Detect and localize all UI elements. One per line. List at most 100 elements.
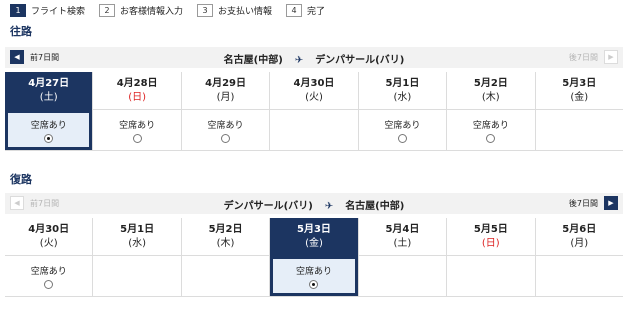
inbound-next-week-button[interactable]: 後7日間 ▶	[569, 196, 618, 210]
date-label: 4月30日	[293, 78, 335, 89]
seat-status: 空席あり	[295, 267, 332, 277]
flight-radio[interactable]	[486, 134, 496, 143]
step-label: 完了	[307, 6, 326, 17]
step-label: お支払い情報	[218, 6, 273, 17]
seat-availability[interactable]: 空席あり	[96, 113, 177, 147]
divider	[5, 296, 623, 297]
day-header: 5月1日 (水)	[358, 72, 447, 110]
weekday-label: (金)	[305, 238, 323, 249]
inbound-title: 復路	[10, 173, 32, 186]
seat-status: 空席あり	[30, 121, 67, 131]
date-label: 4月27日	[28, 78, 70, 89]
outbound-day-cell[interactable]: 5月1日 (水) 空席あり	[358, 72, 448, 150]
seat-status: 空席あり	[119, 121, 156, 131]
flight-radio[interactable]	[44, 280, 54, 289]
next-week-label: 後7日間	[568, 52, 598, 62]
day-header: 4月30日 (火)	[5, 218, 93, 256]
weekday-label: (木)	[216, 238, 235, 249]
step-customer-info: 2 お客様情報入力	[99, 3, 184, 17]
flight-radio[interactable]	[44, 134, 54, 143]
day-header: 5月5日 (日)	[447, 218, 535, 256]
outbound-day-cell[interactable]: 4月29日 (月) 空席あり	[181, 72, 271, 150]
inbound-date-grid: 4月30日 (火) 空席あり 5月1日 (水) 5月2日 (木) 5月3日 (金…	[5, 218, 623, 296]
date-label: 5月1日	[120, 224, 155, 235]
seat-availability[interactable]: 空席あり	[185, 113, 266, 147]
weekday-label: (月)	[216, 92, 235, 103]
inbound-day-cell: 5月4日 (土)	[358, 218, 448, 296]
seat-availability[interactable]: 空席あり	[8, 259, 89, 293]
weekday-label: (日)	[128, 92, 147, 103]
day-header: 4月27日 (土)	[5, 72, 93, 110]
outbound-day-cell: 4月30日 (火)	[270, 72, 359, 150]
seat-availability[interactable]: 空席あり	[273, 259, 355, 293]
outbound-title: 往路	[10, 25, 32, 38]
divider	[5, 150, 623, 151]
step-label: フライト検索	[31, 6, 86, 17]
next-week-label[interactable]: 後7日間	[569, 198, 598, 209]
weekday-label: (水)	[128, 238, 147, 249]
airplane-icon: ✈	[294, 55, 304, 66]
outbound-day-cell[interactable]: 4月27日 (土) 空席あり	[5, 72, 94, 150]
weekday-label: (木)	[481, 92, 500, 103]
date-label: 5月4日	[385, 224, 420, 235]
chevron-right-icon: ▶	[604, 50, 618, 64]
progress-steps: 1 フライト検索 2 お客様情報入力 3 お支払い情報 4 完了	[10, 3, 339, 17]
destination-airport: 名古屋(中部)	[345, 201, 405, 212]
day-header: 5月3日 (金)	[535, 72, 623, 110]
inbound-day-cell: 5月6日 (月)	[535, 218, 623, 296]
outbound-day-cell[interactable]: 4月28日 (日) 空席あり	[93, 72, 182, 150]
seat-availability[interactable]: 空席あり	[362, 113, 443, 147]
origin-airport: 名古屋(中部)	[223, 55, 283, 66]
weekday-label: (土)	[39, 92, 58, 103]
day-header: 4月28日 (日)	[93, 72, 181, 110]
date-label: 5月6日	[562, 224, 597, 235]
seat-availability[interactable]: 空席あり	[450, 113, 531, 147]
step-number: 1	[10, 3, 26, 17]
date-label: 4月28日	[116, 78, 158, 89]
seat-availability[interactable]: 空席あり	[8, 113, 90, 147]
date-label: 4月30日	[28, 224, 70, 235]
weekday-label: (火)	[39, 238, 58, 249]
date-label: 5月3日	[562, 78, 597, 89]
seat-status: 空席あり	[384, 121, 421, 131]
origin-airport: デンパサール(バリ)	[223, 201, 313, 212]
date-label: 5月2日	[473, 78, 508, 89]
step-number: 4	[286, 3, 303, 17]
inbound-day-cell: 5月1日 (水)	[93, 218, 182, 296]
chevron-right-icon[interactable]: ▶	[604, 196, 618, 210]
weekday-label: (水)	[393, 92, 412, 103]
weekday-label: (月)	[570, 238, 589, 249]
step-complete: 4 完了	[286, 3, 326, 17]
step-number: 2	[99, 3, 116, 17]
step-flight-search: 1 フライト検索	[10, 3, 86, 17]
seat-status: 空席あり	[472, 121, 509, 131]
weekday-label: (土)	[393, 238, 412, 249]
flight-radio[interactable]	[397, 134, 407, 143]
outbound-route: 名古屋(中部) ✈ デンパサール(バリ)	[5, 51, 623, 66]
outbound-day-cell[interactable]: 5月2日 (木) 空席あり	[447, 72, 536, 150]
inbound-day-cell: 5月2日 (木)	[181, 218, 271, 296]
weekday-label: (日)	[481, 238, 500, 249]
weekday-label: (金)	[570, 92, 589, 103]
inbound-day-cell[interactable]: 4月30日 (火) 空席あり	[5, 218, 94, 296]
seat-status: 空席あり	[30, 267, 67, 277]
step-label: お客様情報入力	[120, 6, 184, 17]
day-header: 4月29日 (月)	[181, 72, 270, 110]
flight-radio[interactable]	[221, 134, 231, 143]
flight-radio[interactable]	[132, 134, 142, 143]
date-label: 5月3日	[297, 224, 331, 235]
seat-status: 空席あり	[207, 121, 244, 131]
airplane-icon: ✈	[324, 201, 334, 212]
outbound-date-grid: 4月27日 (土) 空席あり 4月28日 (日) 空席あり 4月29日 (月) …	[5, 72, 623, 150]
inbound-day-cell[interactable]: 5月3日 (金) 空席あり	[270, 218, 359, 296]
day-header: 5月4日 (土)	[358, 218, 447, 256]
inbound-day-cell: 5月5日 (日)	[447, 218, 536, 296]
date-label: 4月29日	[205, 78, 246, 89]
day-header: 5月6日 (月)	[535, 218, 623, 256]
destination-airport: デンパサール(バリ)	[315, 55, 405, 66]
flight-radio[interactable]	[309, 280, 319, 289]
outbound-route-bar: ◀ 前7日間 名古屋(中部) ✈ デンパサール(バリ) 後7日間 ▶	[5, 47, 623, 68]
date-label: 5月2日	[208, 224, 243, 235]
inbound-route: デンパサール(バリ) ✈ 名古屋(中部)	[5, 197, 623, 212]
date-label: 5月5日	[473, 224, 508, 235]
